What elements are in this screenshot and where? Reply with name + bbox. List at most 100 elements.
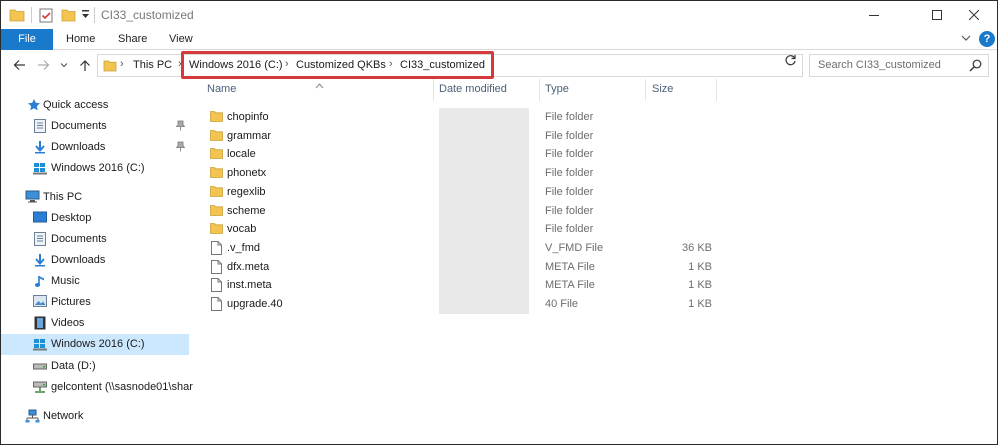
desktop-icon (33, 211, 47, 227)
sidebar-item-documents[interactable]: Documents (1, 229, 189, 250)
file-type: META File (545, 260, 595, 273)
refresh-icon (785, 55, 796, 66)
back-button[interactable] (11, 57, 27, 73)
table-row[interactable]: inst.meta META File 1 KB (197, 276, 717, 296)
download-arrow-icon (33, 140, 47, 157)
documents-icon (34, 232, 46, 249)
network-icon (25, 409, 40, 426)
file-type: File folder (545, 167, 594, 180)
tab-view[interactable]: View (169, 29, 193, 50)
sidebar-item-qa-downloads[interactable]: Downloads (1, 137, 189, 158)
sidebar-item-quick-access[interactable]: Quick access (1, 95, 189, 116)
file-size: 1 KB (688, 298, 712, 310)
file-name[interactable]: .v_fmd (227, 242, 260, 254)
music-note-icon (34, 274, 46, 291)
documents-icon (34, 119, 46, 136)
table-row[interactable]: regexlib File folder (197, 182, 717, 202)
file-name[interactable]: vocab (227, 223, 256, 235)
file-icon (211, 278, 222, 295)
table-row[interactable]: .v_fmd V_FMD File 36 KB (197, 238, 717, 258)
folder-icon (210, 129, 223, 144)
folder-icon (210, 204, 223, 219)
sidebar-item-this-pc[interactable]: This PC (1, 187, 189, 208)
file-name[interactable]: scheme (227, 205, 266, 217)
quick-access-dropdown-icon[interactable] (81, 10, 90, 23)
file-name[interactable]: locale (227, 148, 256, 160)
column-header-date-modified[interactable]: Date modified (439, 83, 507, 103)
sidebar-item-qa-windows-2016[interactable]: Windows 2016 (C:) (1, 158, 189, 179)
sidebar-item-downloads[interactable]: Downloads (1, 250, 189, 271)
file-type: 40 File (545, 298, 579, 310)
table-row[interactable]: phonetx File folder (197, 164, 717, 184)
sidebar-item-gelcontent[interactable]: gelcontent (\\sasnode01\shar (1, 377, 193, 398)
file-type: META File (545, 279, 595, 292)
breadcrumb-this-pc[interactable]: This PC (133, 59, 172, 71)
up-button[interactable] (77, 57, 93, 73)
column-header-name[interactable]: Name (207, 83, 236, 103)
file-name[interactable]: grammar (227, 130, 271, 142)
sidebar-item-pictures[interactable]: Pictures (1, 292, 189, 313)
column-divider[interactable] (433, 79, 434, 101)
file-name[interactable]: phonetx (227, 167, 266, 179)
date-modified-redacted (439, 257, 529, 277)
date-modified-redacted (439, 126, 529, 146)
recent-locations-button[interactable] (56, 57, 72, 73)
sidebar-item-label: Data (D:) (51, 360, 96, 372)
sidebar-item-music[interactable]: Music (1, 271, 189, 292)
sidebar-item-videos[interactable]: Videos (1, 313, 189, 334)
sidebar-item-qa-documents[interactable]: Documents (1, 116, 189, 137)
file-name[interactable]: dfx.meta (227, 261, 269, 273)
network-drive-icon (33, 380, 47, 397)
file-icon (211, 240, 222, 258)
folder-icon (103, 59, 117, 75)
sidebar-item-windows-2016[interactable]: Windows 2016 (C:) (1, 334, 189, 355)
search-input[interactable]: Search CI33_customized (818, 59, 941, 71)
file-name[interactable]: regexlib (227, 186, 266, 198)
help-icon[interactable]: ? (979, 31, 995, 47)
breadcrumb-separator-icon[interactable]: › (120, 58, 124, 70)
file-size: 1 KB (688, 279, 712, 292)
properties-icon[interactable] (39, 8, 53, 26)
new-folder-icon[interactable] (61, 8, 76, 25)
column-header-size[interactable]: Size (652, 83, 673, 103)
date-modified-redacted (439, 164, 529, 184)
tab-file[interactable]: File (1, 29, 53, 50)
table-row[interactable]: scheme File folder (197, 201, 717, 221)
drive-icon (33, 161, 47, 178)
title-bar: CI33_customized (1, 1, 997, 29)
sidebar-item-network[interactable]: Network (1, 406, 189, 427)
column-divider[interactable] (716, 79, 717, 101)
table-row[interactable]: locale File folder (197, 145, 717, 165)
forward-button[interactable] (35, 57, 51, 73)
pin-icon (175, 120, 186, 134)
table-row[interactable]: dfx.meta META File 1 KB (197, 257, 717, 277)
close-button[interactable] (951, 1, 997, 29)
sidebar-item-label: Documents (51, 233, 107, 245)
folder-icon (210, 110, 223, 125)
folder-icon (210, 185, 223, 200)
sidebar-item-data-d[interactable]: Data (D:) (1, 356, 189, 377)
column-divider[interactable] (645, 79, 646, 101)
column-header-type[interactable]: Type (545, 83, 569, 103)
date-modified-redacted (439, 276, 529, 296)
table-row[interactable]: chopinfo File folder (197, 108, 717, 127)
file-name[interactable]: inst.meta (227, 279, 272, 291)
search-box[interactable]: Search CI33_customized (809, 54, 989, 77)
refresh-button[interactable] (782, 54, 799, 71)
search-icon[interactable] (969, 59, 982, 75)
minimize-button[interactable] (851, 1, 897, 29)
file-name[interactable]: upgrade.40 (227, 298, 283, 310)
pin-icon (175, 141, 186, 155)
window-title: CI33_customized (101, 8, 194, 22)
table-row[interactable]: upgrade.40 40 File 1 KB (197, 295, 717, 314)
expand-ribbon-icon[interactable] (961, 33, 971, 43)
tab-home[interactable]: Home (66, 29, 95, 50)
sidebar-item-label: Videos (51, 317, 85, 329)
sidebar-item-desktop[interactable]: Desktop (1, 208, 189, 229)
table-row[interactable]: grammar File folder (197, 126, 717, 146)
table-row[interactable]: vocab File folder (197, 220, 717, 240)
sidebar-item-label: Network (43, 410, 84, 422)
column-divider[interactable] (539, 79, 540, 101)
tab-share[interactable]: Share (118, 29, 147, 50)
file-name[interactable]: chopinfo (227, 111, 269, 123)
